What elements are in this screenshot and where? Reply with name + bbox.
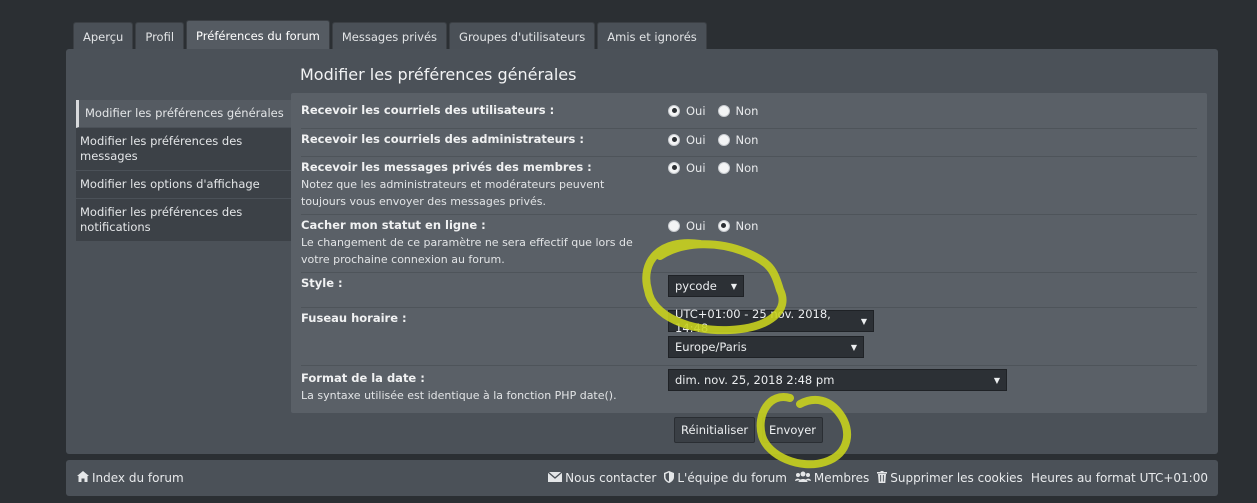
trash-icon (877, 470, 888, 486)
private-messages-yes-radio[interactable] (668, 161, 680, 174)
style-row: Style : pycode ▼ (301, 272, 1197, 307)
preferences-form: Recevoir les courriels des utilisateurs … (291, 93, 1207, 413)
sidebar-item-posting[interactable]: Modifier les préférences des messages (76, 128, 291, 171)
admin-emails-row: Recevoir les courriels des administrateu… (301, 128, 1197, 156)
date-format-row: Format de la date : La syntaxe utilisée … (301, 365, 1197, 409)
footer-links: Nous contacter L'équipe du forum Membres… (547, 470, 1208, 486)
private-messages-no-label: Non (735, 160, 759, 175)
tab-user-groups[interactable]: Groupes d'utilisateurs (449, 22, 596, 50)
tab-apercu[interactable]: Aperçu (73, 22, 134, 50)
style-value: pycode (675, 279, 717, 293)
user-emails-yes-radio[interactable] (668, 104, 680, 117)
private-messages-yes-label: Oui (686, 160, 706, 175)
private-messages-options: Oui Non (668, 159, 764, 176)
chevron-down-icon: ▼ (850, 342, 857, 352)
tab-bar: Aperçu Profil Préférences du forum Messa… (73, 20, 707, 50)
submit-button[interactable]: Envoyer (762, 417, 824, 443)
team-label: L'équipe du forum (677, 471, 787, 485)
tab-profil[interactable]: Profil (135, 22, 185, 50)
forum-index-label: Index du forum (92, 471, 184, 485)
envelope-icon (547, 471, 563, 485)
sidebar-item-notifications[interactable]: Modifier les préférences des notificatio… (76, 199, 291, 242)
home-icon (77, 471, 89, 485)
admin-emails-no-label: Non (735, 132, 759, 147)
admin-emails-options: Oui Non (668, 131, 764, 148)
user-emails-no-radio[interactable] (717, 104, 730, 117)
main-panel: Modifier les préférences générales Modif… (66, 49, 1218, 454)
group-icon (794, 471, 811, 485)
date-format-value: dim. nov. 25, 2018 2:48 pm (675, 373, 835, 387)
timezone-select[interactable]: UTC+01:00 - 25 nov. 2018, 14:48 ▼ (668, 307, 874, 335)
private-messages-row: Recevoir les messages privés des membres… (301, 156, 1197, 213)
user-emails-options: Oui Non (668, 102, 764, 119)
team-link[interactable]: L'équipe du forum (664, 470, 787, 486)
date-format-select[interactable]: dim. nov. 25, 2018 2:48 pm ▼ (668, 369, 1007, 391)
style-control: pycode ▼ (668, 275, 744, 297)
members-link[interactable]: Membres (794, 471, 870, 485)
user-emails-yes-label: Oui (686, 103, 706, 118)
timezone-zone-value: Europe/Paris (675, 340, 747, 354)
contact-link[interactable]: Nous contacter (547, 471, 657, 485)
sidebar-item-display[interactable]: Modifier les options d'affichage (76, 171, 291, 199)
hide-online-desc: Le changement de ce paramètre ne sera ef… (301, 236, 633, 266)
hide-online-no-radio[interactable] (717, 219, 730, 232)
page-title: Modifier les préférences générales (300, 65, 577, 84)
tab-private-messages[interactable]: Messages privés (331, 22, 448, 50)
timezone-control: UTC+01:00 - 25 nov. 2018, 14:48 ▼ Europe… (668, 307, 874, 358)
contact-label: Nous contacter (565, 471, 657, 485)
hide-online-options: Oui Non (668, 217, 764, 234)
user-emails-row: Recevoir les courriels des utilisateurs … (301, 102, 1197, 128)
tab-friends-foes[interactable]: Amis et ignorés (597, 22, 707, 50)
tab-forum-preferences[interactable]: Préférences du forum (186, 20, 330, 50)
timezone-row: Fuseau horaire : UTC+01:00 - 25 nov. 201… (301, 307, 1197, 364)
sidebar-nav: Modifier les préférences générales Modif… (76, 100, 291, 242)
private-messages-no-radio[interactable] (717, 161, 730, 174)
footer-bar: Index du forum Nous contacter L'équipe d… (66, 460, 1218, 496)
user-emails-no-label: Non (735, 103, 759, 118)
date-format-control: dim. nov. 25, 2018 2:48 pm ▼ (668, 369, 1007, 391)
timezone-value: UTC+01:00 - 25 nov. 2018, 14:48 (675, 307, 831, 335)
hide-online-no-label: Non (735, 218, 759, 233)
sidebar-item-general[interactable]: Modifier les préférences générales (76, 100, 291, 128)
style-select[interactable]: pycode ▼ (668, 275, 744, 297)
timezone-zone-select[interactable]: Europe/Paris ▼ (668, 336, 864, 358)
delete-cookies-label: Supprimer les cookies (890, 471, 1023, 485)
admin-emails-yes-radio[interactable] (668, 133, 680, 146)
hide-online-yes-radio[interactable] (668, 219, 680, 232)
shield-icon (664, 470, 675, 486)
chevron-down-icon: ▼ (993, 375, 1000, 385)
reset-button[interactable]: Réinitialiser (674, 417, 756, 443)
members-label: Membres (813, 471, 870, 485)
style-label: Style : (301, 276, 343, 290)
private-messages-desc: Notez que les administrateurs et modérat… (301, 178, 605, 208)
chevron-down-icon: ▼ (730, 281, 737, 291)
admin-emails-no-radio[interactable] (717, 133, 730, 146)
chevron-down-icon: ▼ (860, 316, 867, 326)
admin-emails-yes-label: Oui (686, 132, 706, 147)
hide-online-yes-label: Oui (686, 218, 706, 233)
hide-online-row: Cacher mon statut en ligne : Le changeme… (301, 214, 1197, 271)
delete-cookies-link[interactable]: Supprimer les cookies (877, 470, 1023, 486)
forum-index-link[interactable]: Index du forum (77, 471, 184, 485)
timezone-info: Heures au format UTC+01:00 (1030, 471, 1208, 485)
